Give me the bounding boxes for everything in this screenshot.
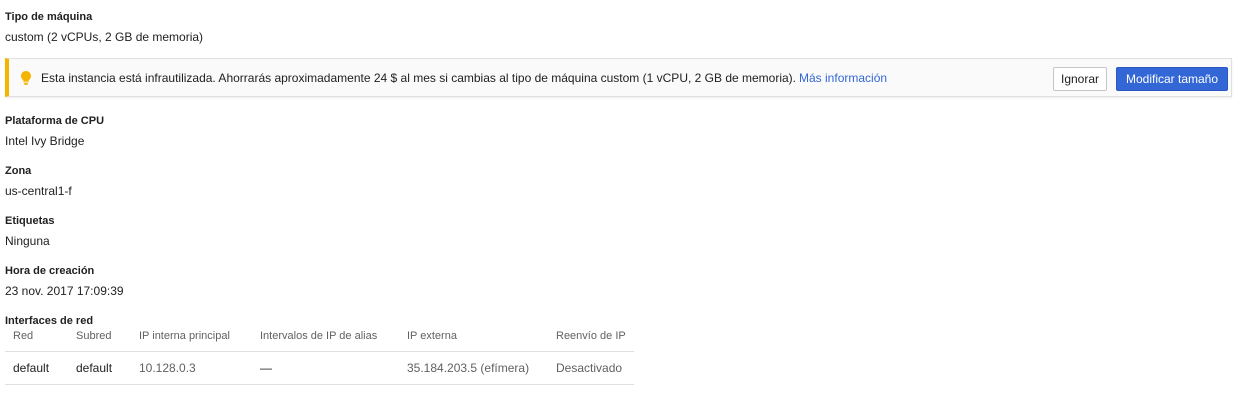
cpu-platform-label: Plataforma de CPU — [5, 115, 105, 127]
zone-label: Zona — [5, 165, 32, 177]
cell-ip-forwarding: Desactivado — [556, 361, 623, 375]
machine-type-value: custom (2 vCPUs, 2 GB de memoria) — [5, 30, 204, 44]
cell-internal-ip: 10.128.0.3 — [139, 361, 196, 375]
zone-value: us-central1-f — [5, 184, 72, 198]
labels-label: Etiquetas — [5, 215, 55, 227]
cell-external-ip: 35.184.203.5 (efímera) — [407, 361, 530, 375]
column-header-internal-ip: IP interna principal — [139, 330, 230, 342]
column-header-external-ip: IP externa — [407, 330, 457, 342]
cpu-platform-value: Intel Ivy Bridge — [5, 134, 85, 148]
lightbulb-icon — [21, 71, 31, 85]
creation-time-label: Hora de creación — [5, 265, 95, 277]
recommendation-message: Esta instancia está infrautilizada. Ahor… — [41, 71, 887, 85]
creation-time-value: 23 nov. 2017 17:09:39 — [5, 284, 124, 298]
dismiss-button[interactable]: Ignorar — [1053, 67, 1107, 91]
underutilized-recommendation-banner: Esta instancia está infrautilizada. Ahor… — [5, 58, 1232, 97]
labels-value: Ninguna — [5, 234, 50, 248]
machine-type-label: Tipo de máquina — [5, 11, 93, 23]
table-header-divider — [5, 351, 634, 352]
network-interfaces-label: Interfaces de red — [5, 315, 94, 327]
vm-details-panel: Tipo de máquina custom (2 vCPUs, 2 GB de… — [0, 0, 1247, 401]
column-header-network: Red — [13, 330, 34, 342]
column-header-ip-forwarding: Reenvío de IP — [556, 330, 626, 342]
cell-network: default — [13, 361, 50, 375]
recommendation-text: Esta instancia está infrautilizada. Ahor… — [41, 71, 797, 85]
resize-button[interactable]: Modificar tamaño — [1116, 67, 1228, 91]
table-row-divider — [5, 384, 634, 385]
cell-subnet: default — [76, 361, 113, 375]
cell-alias-ip-ranges: — — [260, 361, 272, 375]
column-header-subnet: Subred — [76, 330, 112, 342]
learn-more-link[interactable]: Más información — [799, 71, 887, 85]
column-header-alias-ip-ranges: Intervalos de IP de alias — [260, 330, 378, 342]
